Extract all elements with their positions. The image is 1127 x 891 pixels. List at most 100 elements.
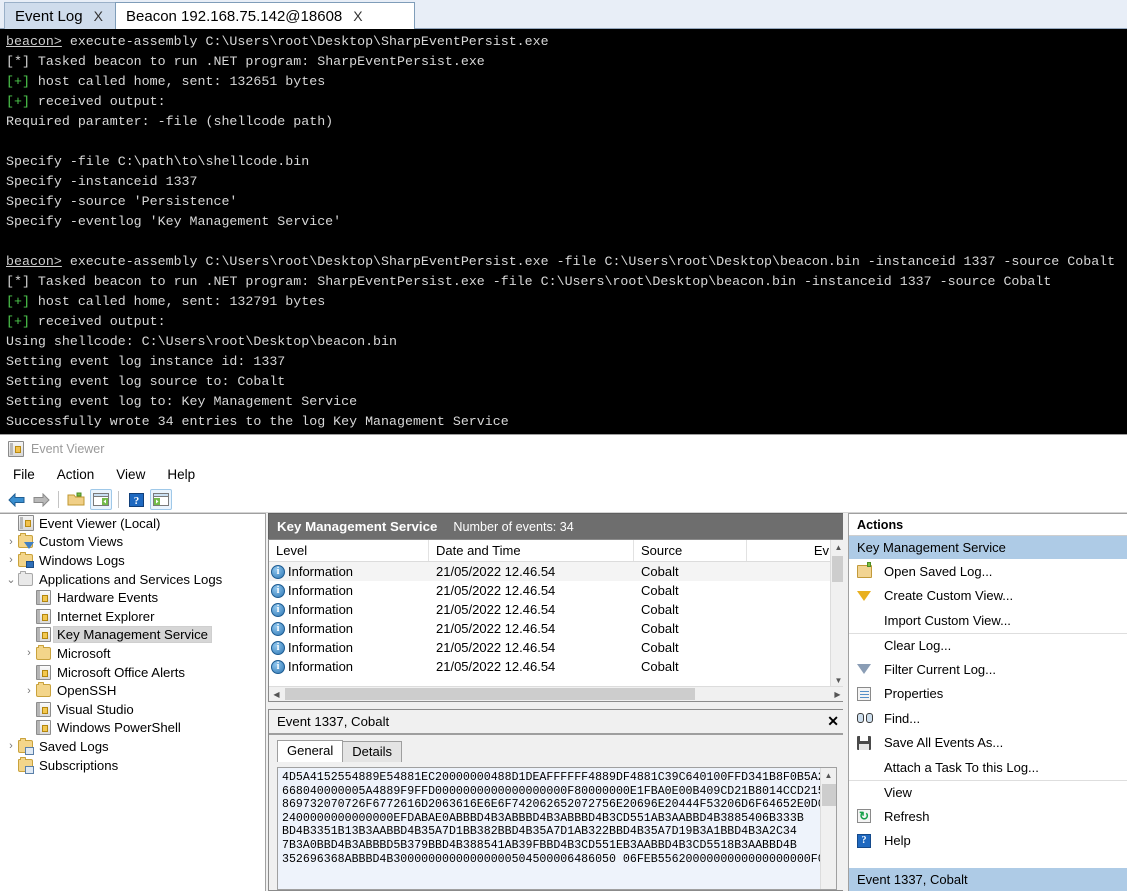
- cell-source: Cobalt: [641, 621, 679, 636]
- event-detail-pane: Event 1337, Cobalt ✕ General Details 4D5A…: [268, 709, 846, 891]
- tree-item-microsoft-office-alerts[interactable]: Microsoft Office Alerts: [0, 663, 265, 682]
- tree-item-custom-views[interactable]: › Custom Views: [0, 533, 265, 552]
- tree-item-internet-explorer[interactable]: Internet Explorer: [0, 607, 265, 626]
- action-label: Create Custom View...: [884, 588, 1014, 604]
- action-help[interactable]: ? Help: [849, 829, 1127, 854]
- hscroll-thumb[interactable]: [285, 688, 695, 700]
- console-tag: [*]: [6, 54, 30, 69]
- close-icon[interactable]: ✕: [827, 713, 839, 730]
- event-viewer-icon: [8, 440, 24, 457]
- tree-item-microsoft[interactable]: › Microsoft: [0, 644, 265, 663]
- console-tag: [+]: [6, 94, 30, 109]
- information-icon: i: [271, 640, 285, 655]
- action-view[interactable]: View: [849, 779, 1127, 805]
- action-import-custom-view[interactable]: Import Custom View...: [849, 608, 1127, 633]
- tree-item-visual-studio[interactable]: Visual Studio: [0, 700, 265, 719]
- menu-bar[interactable]: File Action View Help: [0, 462, 1127, 487]
- detail-tab-details[interactable]: Details: [342, 741, 402, 762]
- tree-item-saved-logs[interactable]: › Saved Logs: [0, 737, 265, 756]
- action-clear-log[interactable]: Clear Log...: [849, 632, 1127, 658]
- console-tree[interactable]: Event Viewer (Local) › Custom Views › Window…: [0, 513, 266, 891]
- table-row[interactable]: i Information 21/05/2022 12.46.54 Cobalt: [269, 562, 845, 581]
- tree-chevron-icon[interactable]: ›: [22, 685, 36, 697]
- event-detail-tabs[interactable]: General Details: [269, 740, 845, 762]
- tree-item-openssh[interactable]: › OpenSSH: [0, 681, 265, 700]
- tree-item-root[interactable]: Event Viewer (Local): [0, 514, 265, 533]
- cell-datetime: 21/05/2022 12.46.54: [436, 640, 556, 655]
- console-tag: [+]: [6, 314, 30, 329]
- tree-chevron-icon[interactable]: ›: [4, 536, 18, 548]
- tree-item-applications-and-services-logs[interactable]: ⌄ Applications and Services Logs: [0, 570, 265, 589]
- show-hide-console-tree-icon[interactable]: [90, 489, 112, 510]
- help-topics-icon[interactable]: ?: [125, 489, 147, 510]
- action-save-all-events-as[interactable]: Save All Events As...: [849, 731, 1127, 756]
- action-attach-a-task-to-this-log[interactable]: Attach a Task To this Log...: [849, 755, 1127, 780]
- tree-item-label: Saved Logs: [39, 738, 109, 754]
- console-text: execute-assembly C:\Users\root\Desktop\S…: [61, 34, 549, 49]
- actions-list[interactable]: Open Saved Log... Create Custom View... Im…: [849, 559, 1127, 853]
- action-label: Attach a Task To this Log...: [884, 759, 1039, 775]
- scroll-left-icon[interactable]: ◀: [269, 687, 284, 701]
- action-open-saved-log[interactable]: Open Saved Log...: [849, 559, 1127, 584]
- beacon-prompt: beacon>: [6, 254, 62, 269]
- hex-vertical-scrollbar[interactable]: ▲: [820, 768, 836, 889]
- menu-item-action[interactable]: Action: [48, 465, 104, 484]
- hex-scroll-thumb[interactable]: [822, 784, 836, 806]
- detail-tab-general[interactable]: General: [277, 740, 344, 762]
- tree-chevron-icon[interactable]: ›: [4, 554, 18, 566]
- show-hide-action-pane-icon[interactable]: [150, 489, 172, 510]
- table-row[interactable]: i Information 21/05/2022 12.46.54 Cobalt: [269, 600, 845, 619]
- action-find[interactable]: Find...: [849, 706, 1127, 731]
- table-row[interactable]: i Information 21/05/2022 12.46.54 Cobalt: [269, 638, 845, 657]
- action-filter-current-log[interactable]: Filter Current Log...: [849, 657, 1127, 682]
- tree-item-windows-logs[interactable]: › Windows Logs: [0, 551, 265, 570]
- tree-chevron-icon[interactable]: ⌄: [4, 573, 18, 586]
- cell-datetime: 21/05/2022 12.46.54: [436, 602, 556, 617]
- table-row[interactable]: i Information 21/05/2022 12.46.54 Cobalt: [269, 619, 845, 638]
- tab-close-icon[interactable]: X: [94, 8, 103, 24]
- tab-close-icon[interactable]: X: [353, 8, 362, 24]
- log-book-icon: [36, 720, 51, 736]
- event-list-column-headers[interactable]: Level Date and Time Source Ev: [269, 540, 845, 562]
- action-properties[interactable]: Properties: [849, 682, 1127, 707]
- event-data-box[interactable]: 4D5A4152554889E54881EC20000000488D1DEAFF…: [277, 767, 837, 890]
- list-header-title: Key Management Service: [277, 519, 438, 534]
- tree-item-key-management-service[interactable]: Key Management Service: [0, 626, 265, 645]
- tab-beacon[interactable]: Beacon 192.168.75.142@18608 X: [115, 2, 415, 29]
- tree-item-label: Microsoft Office Alerts: [57, 664, 186, 680]
- event-list-horizontal-scrollbar[interactable]: ◀ ▶: [269, 686, 845, 701]
- event-viewer-title-text: Event Viewer: [31, 441, 105, 456]
- action-refresh[interactable]: ↻ Refresh: [849, 804, 1127, 829]
- help-icon: ?: [857, 833, 871, 848]
- event-list[interactable]: Level Date and Time Source Ev i Information 2…: [268, 539, 846, 702]
- event-list-rows[interactable]: i Information 21/05/2022 12.46.54 Cobalt i In…: [269, 562, 845, 676]
- back-arrow-icon[interactable]: [5, 489, 27, 510]
- action-create-custom-view[interactable]: Create Custom View...: [849, 584, 1127, 609]
- tree-item-hardware-events[interactable]: Hardware Events: [0, 588, 265, 607]
- actions-footer-group[interactable]: Event 1337, Cobalt: [849, 868, 1127, 891]
- hex-scroll-up-icon[interactable]: ▲: [821, 768, 836, 783]
- tree-chevron-icon[interactable]: ›: [4, 740, 18, 752]
- beacon-console[interactable]: beacon> execute-assembly C:\Users\root\D…: [0, 29, 1127, 434]
- column-header-source[interactable]: Source: [634, 540, 747, 561]
- tree-item-subscriptions[interactable]: Subscriptions: [0, 756, 265, 775]
- tree-chevron-icon[interactable]: ›: [22, 647, 36, 659]
- tab-event-log[interactable]: Event Log X: [4, 2, 116, 29]
- toolbar[interactable]: ?: [0, 487, 1127, 513]
- open-saved-log-icon[interactable]: [65, 489, 87, 510]
- column-header-date-and-time[interactable]: Date and Time: [429, 540, 634, 561]
- menu-item-file[interactable]: File: [4, 465, 44, 484]
- menu-item-view[interactable]: View: [107, 465, 154, 484]
- open-log-icon: [857, 561, 872, 578]
- table-row[interactable]: i Information 21/05/2022 12.46.54 Cobalt: [269, 657, 845, 676]
- console-line: [*] Tasked beacon to run .NET program: S…: [6, 52, 1121, 72]
- tree-item-windows-powershell[interactable]: Windows PowerShell: [0, 719, 265, 738]
- console-line: [+] host called home, sent: 132791 bytes: [6, 292, 1121, 312]
- funnel-icon: [857, 590, 871, 601]
- column-header-level[interactable]: Level: [269, 540, 429, 561]
- menu-item-help[interactable]: Help: [158, 465, 204, 484]
- column-header-ev[interactable]: Ev: [747, 540, 832, 561]
- tree-item-label: OpenSSH: [57, 683, 117, 699]
- forward-arrow-icon[interactable]: [30, 489, 52, 510]
- table-row[interactable]: i Information 21/05/2022 12.46.54 Cobalt: [269, 581, 845, 600]
